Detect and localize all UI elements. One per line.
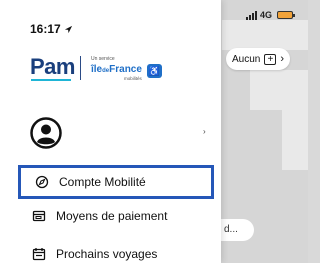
calendar-icon [32,248,46,261]
filter-pill[interactable]: Aucun + › [226,48,291,70]
network-label: 4G [260,10,273,20]
mobilites-label: mobilités [124,76,142,81]
filter-label: Aucun [232,53,261,65]
logo-underline [31,79,71,81]
time-label: 16:17 [30,22,61,36]
service-prefix: Un service [91,56,115,62]
map-chip-text: d... [224,224,238,235]
menu-item-moyens-de-paiement[interactable]: Moyens de paiement [18,199,214,233]
signal-icon [246,10,257,20]
menu-item-label: Prochains voyages [56,247,158,261]
card-icon [32,210,46,222]
status-time: 16:17 [30,22,73,36]
avatar[interactable] [30,117,62,149]
status-bar-right: 4G [246,8,296,22]
menu-item-compte-mobilite[interactable]: Compte Mobilité [18,165,214,199]
chevron-right-icon: › [280,53,285,65]
menu-item-prochains-voyages[interactable]: Prochains voyages [18,237,214,263]
compass-icon [35,175,49,189]
idf-badge-icon: ♿ [147,64,162,78]
menu-item-label: Moyens de paiement [56,209,168,223]
profile-chevron-icon[interactable]: › [203,127,206,136]
side-drawer: 16:17 Pam Un service îledeFrance mobilit… [0,0,221,263]
location-arrow-icon [64,25,72,33]
battery-icon [277,11,296,19]
idf-logo-text: îledeFrance [91,64,142,75]
logo-divider [80,56,81,80]
pam-logo: Pam [30,54,75,79]
menu-item-label: Compte Mobilité [59,175,146,189]
plus-icon: + [264,53,277,65]
